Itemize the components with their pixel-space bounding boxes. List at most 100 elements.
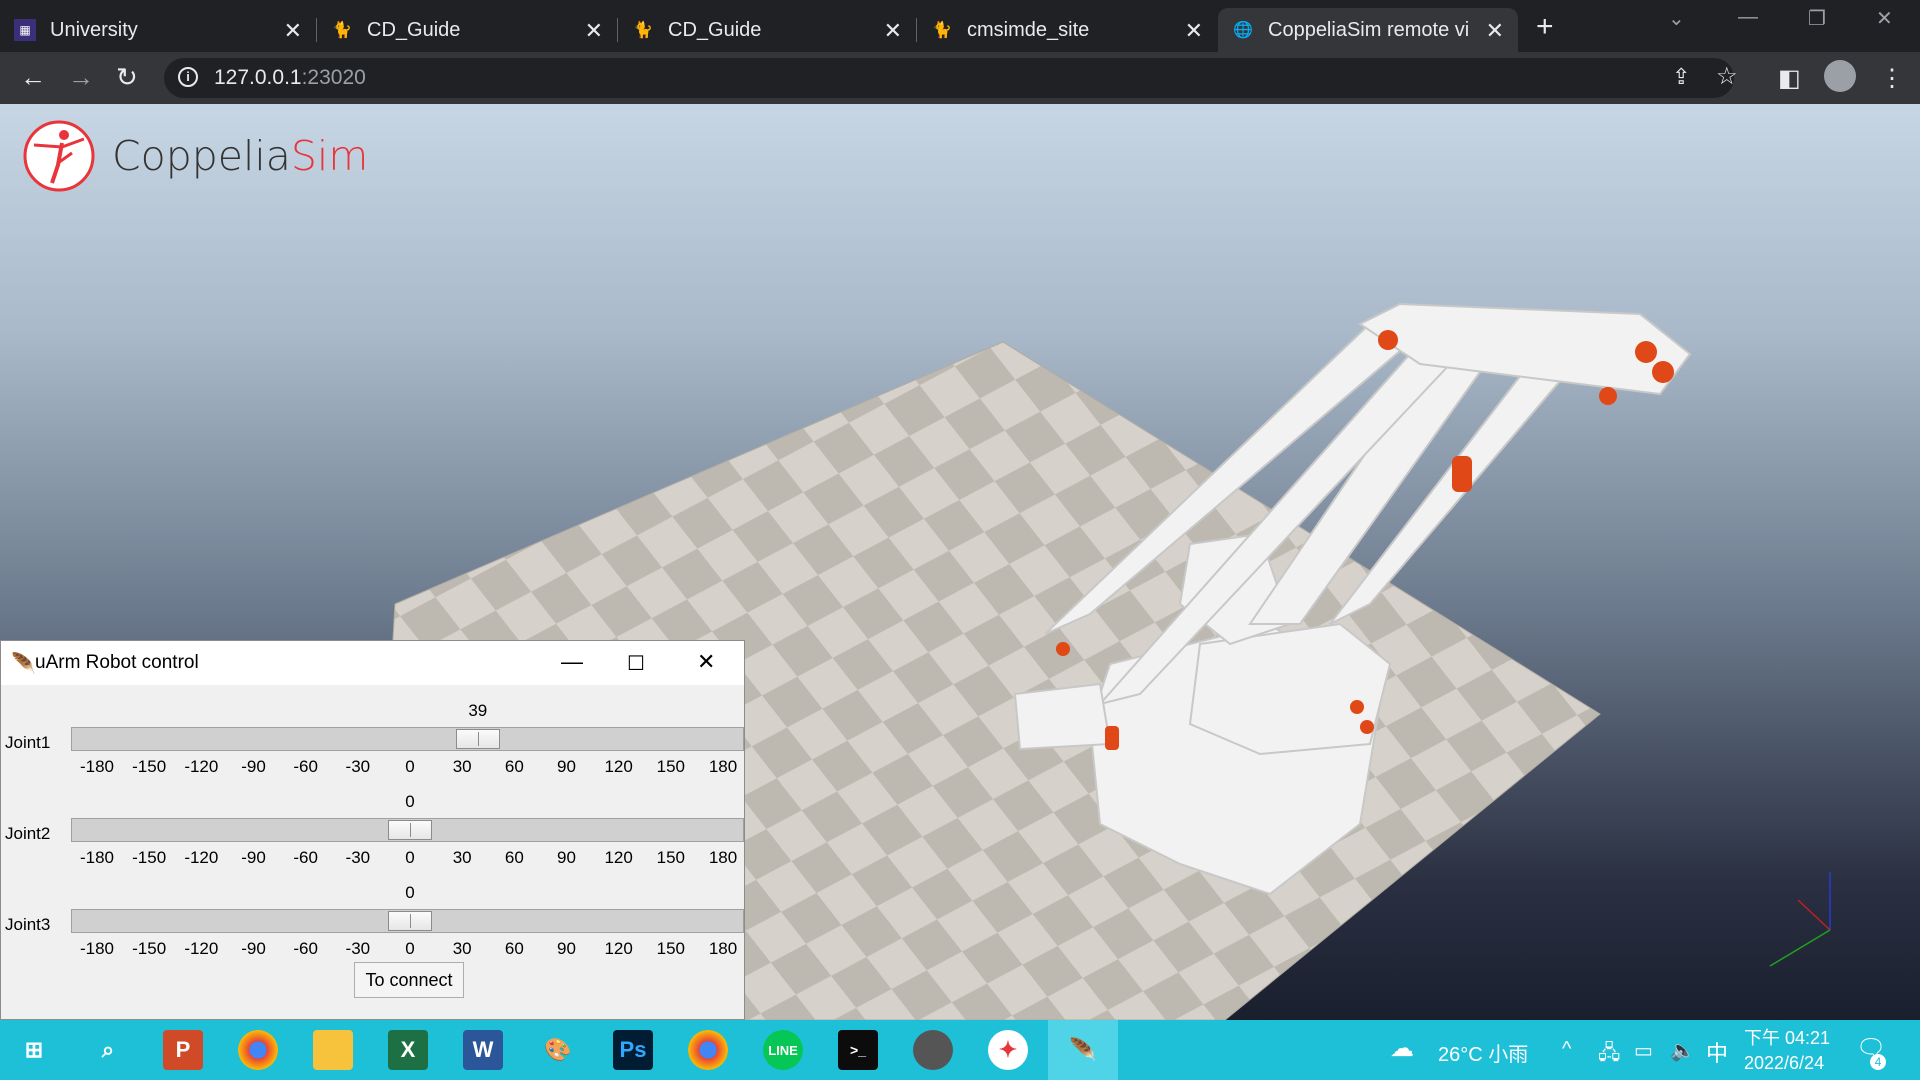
tk-python-feather-icon[interactable]: 🪶 [1048, 1020, 1118, 1080]
joint2-label: Joint2 [5, 824, 51, 843]
coppeliasim-taskbar-icon[interactable]: ✦ [988, 1030, 1028, 1070]
window-titlebar[interactable]: 🪶 uArm Robot control — ☐ ✕ [1, 641, 744, 685]
network-icon[interactable]: 🖧 [1598, 1038, 1620, 1072]
forward-arrow-icon[interactable]: → [68, 62, 94, 93]
tab-search-chevron-icon[interactable]: ⌄ [1668, 6, 1685, 31]
scale-tick-label: -60 [293, 848, 318, 867]
menu-kebab-icon[interactable]: ⋮ [1880, 64, 1904, 93]
tab-cmsimde-site[interactable]: 🐈 cmsimde_site ✕ [917, 8, 1217, 52]
scale-tick-label: 90 [557, 848, 576, 867]
line-icon[interactable]: LINE [763, 1030, 803, 1070]
maximize-icon[interactable]: ☐ [627, 651, 645, 676]
side-panel-icon[interactable]: ◧ [1778, 64, 1801, 93]
tab-cd-guide-1[interactable]: 🐈 CD_Guide ✕ [317, 8, 617, 52]
scale-tick-label: 180 [708, 848, 738, 867]
windows-taskbar: ⊞ ⌕ P X W 🎨 Ps LINE >_ ✦ 🪶 ☁ 26°C 小雨 ^ 🖧… [0, 1020, 1920, 1080]
globe-favicon-icon: 🌐 [1233, 22, 1253, 39]
scale-tick-label: 60 [504, 757, 524, 776]
joint3-slider-handle[interactable] [388, 911, 432, 931]
browser-toolbar: ← → ↻ i 127.0.0.1:23020 ⇪ ☆ ◧ ⋮ [0, 52, 1920, 104]
scale-tick-label: -90 [241, 939, 266, 958]
scale-tick-label: 90 [557, 939, 576, 958]
joint2-slider-handle[interactable] [388, 820, 432, 840]
file-explorer-icon[interactable] [313, 1030, 353, 1070]
joint3-label: Joint3 [5, 915, 51, 934]
weather-cloud-icon[interactable]: ☁ [1390, 1034, 1414, 1063]
site-info-icon[interactable]: i [178, 67, 198, 87]
search-icon[interactable]: ⌕ [88, 1030, 128, 1070]
joint1-trough[interactable] [71, 727, 744, 751]
close-icon[interactable]: ✕ [284, 18, 302, 44]
tab-cd-guide-2[interactable]: 🐈 CD_Guide ✕ [618, 8, 916, 52]
ballerina-logo-icon [23, 120, 95, 192]
minimize-icon[interactable]: — [1738, 6, 1758, 29]
tab-coppeliasim[interactable]: 🌐 CoppeliaSim remote vie ✕ [1218, 8, 1518, 52]
close-icon[interactable]: ✕ [1185, 18, 1203, 44]
system-clock[interactable]: 下午 04:21 2022/6/24 [1744, 1026, 1830, 1076]
word-icon[interactable]: W [463, 1030, 503, 1070]
close-icon[interactable]: ✕ [884, 18, 902, 44]
sphere-app-icon[interactable] [913, 1030, 953, 1070]
paint-icon[interactable]: 🎨 [538, 1030, 578, 1070]
powerpoint-icon[interactable]: P [163, 1030, 203, 1070]
profile-avatar-icon[interactable] [1824, 60, 1856, 92]
tab-label: CD_Guide [668, 18, 762, 41]
tab-university[interactable]: ▦ University ✕ [0, 8, 316, 52]
terminal-icon[interactable]: >_ [838, 1030, 878, 1070]
scale-tick-label: 150 [656, 757, 686, 776]
tab-label: cmsimde_site [967, 18, 1090, 41]
weather-text[interactable]: 26°C 小雨 [1438, 1038, 1528, 1067]
battery-icon[interactable]: ▭ [1634, 1038, 1653, 1063]
scale-tick-label: -60 [293, 757, 318, 776]
scale-tick-label: 180 [708, 757, 738, 776]
windows-start-icon[interactable]: ⊞ [14, 1030, 54, 1070]
scale-tick-label: -30 [345, 757, 371, 776]
chrome-icon[interactable] [238, 1030, 278, 1070]
scale-tick-label: -60 [293, 939, 318, 958]
restore-icon[interactable]: ❐ [1808, 6, 1826, 31]
url-text[interactable]: 127.0.0.1:23020 [214, 66, 366, 90]
chrome-profile-icon[interactable] [688, 1030, 728, 1070]
scale-tick-label: 60 [504, 848, 524, 867]
bookmark-star-icon[interactable]: ☆ [1716, 62, 1738, 91]
excel-icon[interactable]: X [388, 1030, 428, 1070]
joint1-label: Joint1 [5, 733, 51, 752]
tray-chevron-up-icon[interactable]: ^ [1562, 1038, 1571, 1061]
photoshop-icon[interactable]: Ps [613, 1030, 653, 1070]
joint2-ticks: -180 -150 -120 -90 -60 -30 0 30 60 90 120 150 180 [1, 848, 744, 870]
tab-label: CoppeliaSim remote vie [1268, 18, 1468, 41]
new-tab-plus-icon[interactable]: + [1536, 10, 1554, 44]
close-icon[interactable]: ✕ [1486, 18, 1504, 44]
scale-tick-label: 0 [405, 848, 415, 867]
minimize-icon[interactable]: — [561, 649, 583, 675]
scale-tick-label: -180 [79, 848, 115, 867]
browser-tab-strip: ▦ University ✕ 🐈 CD_Guide ✕ 🐈 CD_Guide ✕… [0, 0, 1920, 52]
scale-tick-label: 30 [452, 848, 472, 867]
ime-indicator[interactable]: 中 [1706, 1036, 1728, 1068]
joint3-ticks: -180 -150 -120 -90 -60 -30 0 30 60 90 120 150 180 [1, 939, 744, 961]
scale-tick-label: 30 [452, 757, 472, 776]
joint1-value: 39 [468, 701, 488, 720]
to-connect-button[interactable]: To connect [354, 962, 464, 998]
joint1-ticks: -180 -150 -120 -90 -60 -30 0 30 60 90 120 150 180 [1, 757, 744, 779]
joint1-scale: Joint1 39 -180 -150 -120 -90 -60 -30 0 30 60 90 12… [1, 691, 744, 781]
joint2-value: 0 [405, 792, 415, 811]
notification-count-badge: 4 [1870, 1054, 1886, 1070]
close-icon[interactable]: ✕ [585, 18, 603, 44]
scale-tick-label: -90 [241, 757, 266, 776]
scale-tick-label: 120 [604, 939, 633, 958]
joint2-scale: Joint2 0 -180 -150 -120 -90 -60 -30 0 30 60 90 120… [1, 782, 744, 872]
window-close-icon[interactable]: ✕ [1876, 6, 1893, 31]
close-icon[interactable]: ✕ [697, 649, 715, 675]
uarm-control-window: 🪶 uArm Robot control — ☐ ✕ Joint1 39 -18… [0, 640, 745, 1020]
back-arrow-icon[interactable]: ← [20, 62, 46, 93]
tk-feather-icon: 🪶 [11, 653, 36, 675]
share-icon[interactable]: ⇪ [1672, 64, 1690, 90]
address-bar[interactable]: i 127.0.0.1:23020 ⇪ ☆ [164, 58, 1738, 98]
clock-time: 下午 04:21 [1744, 1028, 1831, 1048]
reload-icon[interactable]: ↻ [116, 62, 138, 93]
coppeliasim-logo: CoppeliaSim [22, 119, 368, 193]
joint1-slider-handle[interactable] [455, 729, 500, 749]
volume-icon[interactable]: 🔈 [1670, 1038, 1695, 1063]
github-cat-favicon-icon: 🐈 [332, 22, 352, 39]
